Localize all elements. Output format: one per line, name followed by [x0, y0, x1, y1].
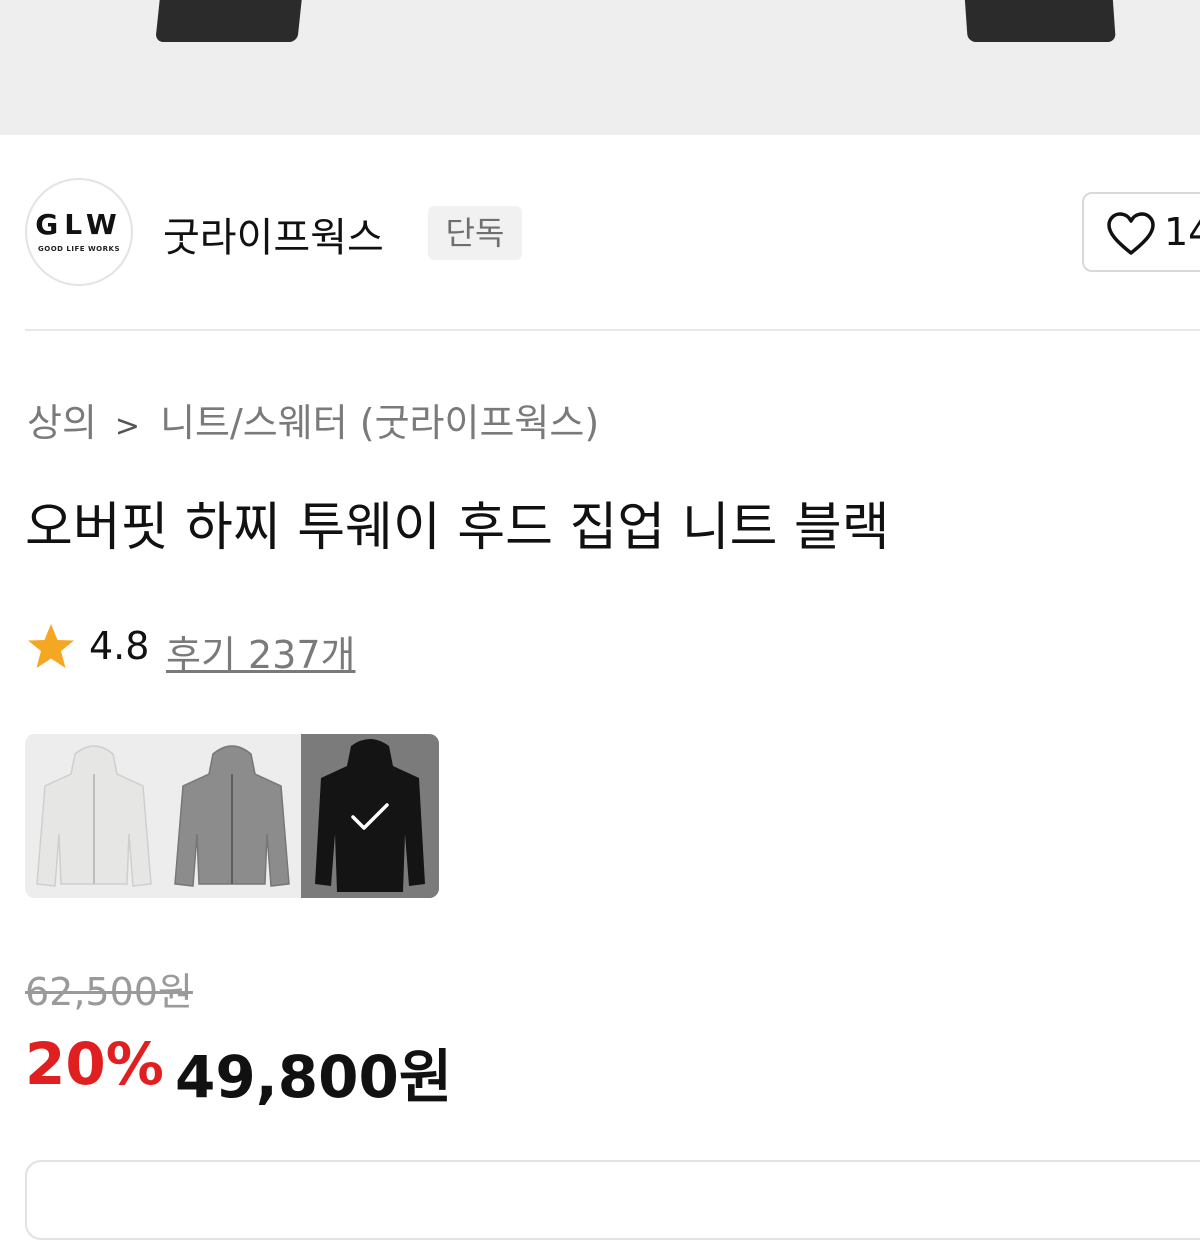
divider	[25, 329, 1200, 331]
star-icon	[28, 624, 74, 668]
product-hero-image[interactable]	[0, 0, 1200, 135]
brand-logo-mark: GLW	[35, 208, 123, 241]
product-title: 오버핏 하찌 투웨이 후드 집업 니트 블랙	[25, 498, 890, 558]
sale-price: 49,800원	[175, 1043, 453, 1111]
chevron-right-icon: >	[114, 409, 141, 444]
breadcrumb-subcategory[interactable]: 니트/스웨터 (굿라이프웍스)	[160, 401, 599, 445]
breadcrumb-category[interactable]: 상의	[27, 401, 97, 445]
brand-logo-subtext: GOOD LIFE WORKS	[38, 245, 120, 253]
hoodie-sleeve-right	[964, 0, 1116, 42]
like-count: 14	[1164, 210, 1200, 254]
coupon-card[interactable]	[25, 1160, 1200, 1240]
hoodie-gray-image	[163, 734, 301, 898]
swatch-black-selected[interactable]	[301, 734, 439, 898]
original-price: 62,500원	[25, 970, 193, 1014]
swatch-gray[interactable]	[163, 734, 301, 898]
brand-logo[interactable]: GLW GOOD LIFE WORKS	[25, 178, 133, 286]
reviews-link[interactable]: 후기 237개	[166, 624, 356, 679]
exclusive-badge: 단독	[428, 206, 522, 260]
color-swatch-group	[25, 734, 439, 898]
checkmark-icon	[351, 803, 389, 830]
like-button[interactable]: 14	[1082, 192, 1200, 272]
breadcrumb: 상의 > 니트/스웨터 (굿라이프웍스)	[27, 392, 599, 447]
swatch-light-gray[interactable]	[25, 734, 163, 898]
hoodie-sleeve-left	[155, 0, 303, 42]
discount-rate: 20%	[25, 1030, 164, 1098]
heart-outline-icon	[1107, 212, 1155, 255]
rating-value: 4.8	[89, 624, 150, 668]
brand-name[interactable]: 굿라이프웍스	[163, 205, 384, 263]
hoodie-light-gray-image	[25, 734, 163, 898]
